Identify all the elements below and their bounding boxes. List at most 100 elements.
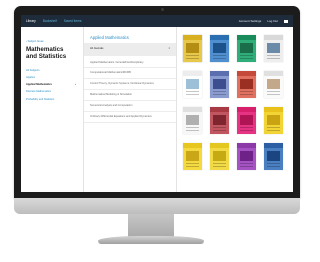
cover-caption[interactable]: Journal Title [264, 100, 283, 102]
cover-artwork [267, 79, 280, 89]
cover-text-line [240, 165, 253, 167]
journal-cover[interactable] [237, 35, 256, 62]
journal-cover[interactable] [264, 71, 283, 98]
breadcrumb[interactable]: ‹ Subject Areas [26, 40, 76, 43]
sidebar-item-label: All Subjects [26, 68, 40, 72]
sidebar-item[interactable]: All Subjects [26, 69, 76, 72]
cover-artwork [240, 115, 253, 125]
cover-artwork [186, 43, 199, 53]
topic-item[interactable]: Numerical Analysis and Computation [84, 101, 176, 112]
journal-cover[interactable] [183, 107, 202, 134]
cover-text-line [267, 55, 280, 56]
topic-column: Applied Mathematics All Journals × Appli… [83, 27, 177, 192]
sidebar-item[interactable]: Algebra [26, 76, 76, 79]
subject-sidebar: ‹ Subject Areas Mathematics and Statisti… [21, 27, 81, 192]
cover-text-line [267, 57, 280, 59]
subject-link-list: All Subjects Algebra Applied Mathematics › D… [26, 69, 76, 101]
cover-artwork [213, 151, 226, 161]
cover-artwork [186, 115, 199, 125]
chevron-right-icon: › [75, 83, 76, 87]
journal-cover[interactable] [210, 107, 229, 134]
cover-caption[interactable]: Journal Title [264, 172, 283, 174]
cover-text-line [267, 165, 280, 167]
cover-band [237, 143, 256, 148]
journal-cover[interactable] [264, 35, 283, 62]
topic-item[interactable]: Computational Mathematics/MCMB [84, 68, 176, 80]
cover-artwork [240, 43, 253, 53]
cover-text-line [186, 129, 199, 131]
tab-saved-items[interactable]: Saved Items [64, 19, 82, 23]
journal-cover[interactable] [237, 107, 256, 134]
cover-caption[interactable]: Journal Title [210, 172, 229, 174]
tab-bookshelf[interactable]: Bookshelf [43, 19, 57, 23]
cover-text-line [240, 129, 253, 131]
cover-caption[interactable]: Journal Title [210, 100, 229, 102]
cover-band [183, 143, 202, 148]
cover-band [237, 71, 256, 76]
journal-cover[interactable] [183, 143, 202, 170]
page-title: Mathematics and Statistics [26, 46, 67, 61]
journal-cover[interactable] [210, 143, 229, 170]
cover-text-line [213, 129, 226, 131]
sidebar-item-label: Probability and Statistics [26, 97, 55, 101]
sidebar-item[interactable]: Applied Mathematics › [26, 83, 76, 86]
sidebar-item[interactable]: Discrete Mathematics [26, 90, 76, 93]
close-icon[interactable]: × [168, 47, 170, 51]
cover-band [183, 71, 202, 76]
cover-band [264, 107, 283, 112]
cover-caption[interactable]: Journal Title [237, 172, 256, 174]
cover-caption[interactable]: Journal Title [183, 64, 202, 66]
topic-item[interactable]: Control Theory, Dynamic Systems, Nonline… [84, 79, 176, 90]
cover-text-line [240, 127, 253, 128]
topic-item-selected[interactable]: All Journals × [84, 43, 176, 56]
cover-band [210, 107, 229, 112]
sidebar-item[interactable]: Probability and Statistics [26, 98, 76, 101]
topic-item-label: All Journals [90, 47, 104, 50]
cover-caption[interactable]: Journal Title [183, 172, 202, 174]
journal-cover[interactable] [183, 71, 202, 98]
journal-cover[interactable] [183, 35, 202, 62]
topic-list: Applied Mathematics: General/Interdiscip… [84, 56, 176, 123]
journal-cover[interactable] [210, 71, 229, 98]
cover-caption[interactable]: Journal Title [210, 136, 229, 138]
cover-text-line [213, 127, 226, 128]
cover-artwork [267, 151, 280, 161]
cover-band [210, 143, 229, 148]
cover-text-line [267, 129, 280, 131]
cover-band [264, 71, 283, 76]
cover-artwork [213, 115, 226, 125]
topic-item[interactable]: Ordinary Differential Equations and Appl… [84, 112, 176, 123]
cover-text-line [213, 55, 226, 56]
tab-library[interactable]: Library [26, 19, 36, 23]
monitor-stand [128, 214, 174, 238]
topic-item[interactable]: Mathematical Modeling & Simulation [84, 90, 176, 101]
cover-text-line [240, 57, 253, 59]
cover-caption[interactable]: Journal Title [183, 35, 202, 37]
logout-link[interactable]: Log Out [267, 19, 278, 23]
cover-caption[interactable]: Journal Title [210, 64, 229, 66]
cover-text-line [267, 163, 280, 164]
account-settings-link[interactable]: Account Settings [239, 19, 262, 23]
topic-item[interactable]: Applied Mathematics: General/Interdiscip… [84, 56, 176, 69]
cover-text-line [186, 127, 199, 128]
top-right-links: Account Settings Log Out [239, 19, 288, 23]
sidebar-item-label: Discrete Mathematics [26, 90, 51, 94]
cover-caption[interactable]: Journal Title [264, 64, 283, 66]
journal-cover[interactable] [237, 143, 256, 170]
cover-text-line [267, 127, 280, 128]
cover-caption[interactable]: Journal Title [237, 136, 256, 138]
menu-icon[interactable] [284, 19, 288, 23]
cover-caption[interactable]: Journal Title [183, 136, 202, 138]
cover-caption[interactable]: Journal Title [183, 100, 202, 102]
cover-caption[interactable]: Journal Title [237, 100, 256, 102]
journal-cover[interactable] [210, 35, 229, 62]
cover-caption[interactable]: Journal Title [210, 35, 229, 37]
journal-cover[interactable] [237, 71, 256, 98]
cover-artwork [213, 43, 226, 53]
cover-artwork [267, 115, 280, 125]
cover-band [183, 107, 202, 112]
cover-caption[interactable]: Journal Title [264, 136, 283, 138]
journal-cover[interactable] [264, 107, 283, 134]
journal-cover[interactable] [264, 143, 283, 170]
cover-caption[interactable]: Journal Title [237, 64, 256, 66]
